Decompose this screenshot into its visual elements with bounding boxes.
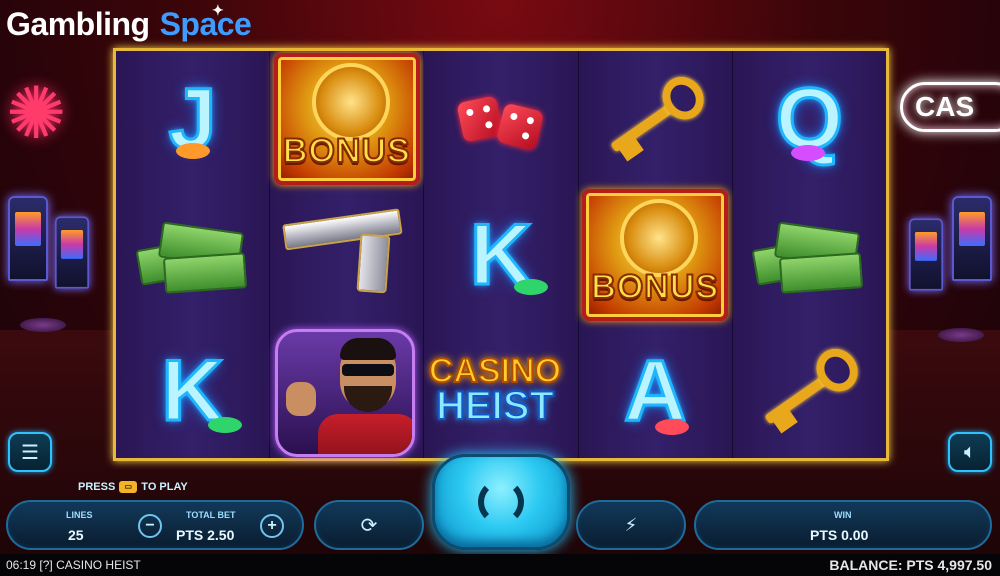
win-value: PTS 0.00 <box>810 527 869 543</box>
symbol-j: J <box>116 51 269 187</box>
stool-decor <box>938 328 984 342</box>
symbol-cash-stack <box>733 187 886 323</box>
cash-stack-icon <box>135 215 248 295</box>
symbol-pistol <box>270 187 423 323</box>
autoplay-icon: ⟳ <box>360 514 378 537</box>
bet-increase-button[interactable]: + <box>260 514 284 538</box>
win-panel: WIN PTS 0.00 <box>694 500 992 550</box>
lightning-icon: ⚡︎ <box>624 514 638 535</box>
poker-chip-icon <box>790 145 825 161</box>
speaker-icon: 🔈︎ <box>964 440 976 463</box>
slot-machine-decor <box>909 218 943 291</box>
stool-decor <box>20 318 66 332</box>
bonus-vault-icon: BONUS <box>273 53 420 185</box>
bet-panel: LINES 25 − TOTAL BET PTS 2.50 + <box>6 500 304 550</box>
win-label: WIN <box>834 510 852 520</box>
logo-text-bottom: HEIST <box>435 384 555 429</box>
sparkle-icon: ✦ <box>212 2 224 18</box>
symbol-a: A <box>579 323 732 459</box>
slot-machine-decor <box>8 196 48 281</box>
hint-suffix: TO PLAY <box>141 481 188 493</box>
spin-arrows-icon <box>478 479 524 525</box>
red-dice-icon <box>456 95 545 152</box>
bet-decrease-button[interactable]: − <box>138 514 162 538</box>
slot-machine-decor <box>55 216 89 289</box>
status-left: 06:19 [?] CASINO HEIST <box>6 558 141 572</box>
symbol-dice <box>424 51 577 187</box>
reel-4: BONUS A <box>578 51 733 459</box>
cash-stack-icon <box>751 215 864 295</box>
reel-5: Q <box>732 51 887 459</box>
logo-text-top: CASINO <box>428 351 562 390</box>
reel-1: J K <box>116 51 271 459</box>
game-name: CASINO HEIST <box>56 558 141 572</box>
symbol-k: K <box>116 323 269 459</box>
symbol-gangster-character <box>275 329 416 457</box>
reel-2: BONUS <box>270 51 425 458</box>
symbol-q: Q <box>733 51 886 187</box>
bonus-label: BONUS <box>282 131 411 171</box>
neon-palm-icon: ✺ <box>6 74 67 154</box>
hamburger-menu-icon: ☰ <box>21 441 39 464</box>
help-button[interactable]: [?] <box>39 558 52 572</box>
spacebar-key-icon: ▭ <box>119 481 138 493</box>
symbol-k: K <box>424 187 577 323</box>
symbol-gold-key <box>579 51 732 187</box>
spin-button[interactable] <box>432 454 570 550</box>
lines-label: LINES <box>66 510 93 520</box>
poker-chip-icon <box>654 419 689 435</box>
symbol-cash-stack <box>116 187 269 323</box>
poker-chip-icon <box>176 143 210 159</box>
sound-button[interactable]: 🔈︎ <box>948 432 992 472</box>
watermark-text-b: Space <box>159 5 252 42</box>
turbo-button[interactable]: ⚡︎ <box>576 500 686 550</box>
bonus-vault-icon: BONUS <box>582 189 729 321</box>
menu-button[interactable]: ☰ <box>8 432 52 472</box>
clock-time: 06:19 <box>6 558 37 572</box>
hint-prefix: PRESS <box>78 481 116 493</box>
poker-chip-icon <box>514 279 549 295</box>
symbol-bonus: BONUS <box>270 51 423 187</box>
poker-chip-icon <box>208 417 242 433</box>
total-bet-value: PTS 2.50 <box>176 527 235 543</box>
pistol-icon <box>281 202 412 308</box>
casino-neon-sign: CAS <box>900 82 1000 132</box>
bonus-label: BONUS <box>590 267 720 307</box>
symbol-bonus: BONUS <box>579 187 732 323</box>
status-bar: 06:19 [?] CASINO HEIST BALANCE: PTS 4,99… <box>0 554 1000 576</box>
gold-key-icon <box>756 340 867 435</box>
casino-heist-logo: CASINO HEIST <box>420 342 570 438</box>
slot-machine-decor <box>952 196 992 281</box>
watermark-text-a: Gambling <box>6 5 150 42</box>
gold-key-icon <box>602 68 713 163</box>
lines-value: 25 <box>68 527 84 543</box>
press-to-play-hint: PRESS ▭ TO PLAY <box>78 481 188 493</box>
symbol-gold-key <box>733 323 886 459</box>
balance-display: BALANCE: PTS 4,997.50 <box>829 557 992 573</box>
total-bet-label: TOTAL BET <box>186 510 236 520</box>
watermark-logo: Gambling Space ✦ <box>6 2 252 44</box>
autoplay-button[interactable]: ⟳ <box>314 500 424 550</box>
